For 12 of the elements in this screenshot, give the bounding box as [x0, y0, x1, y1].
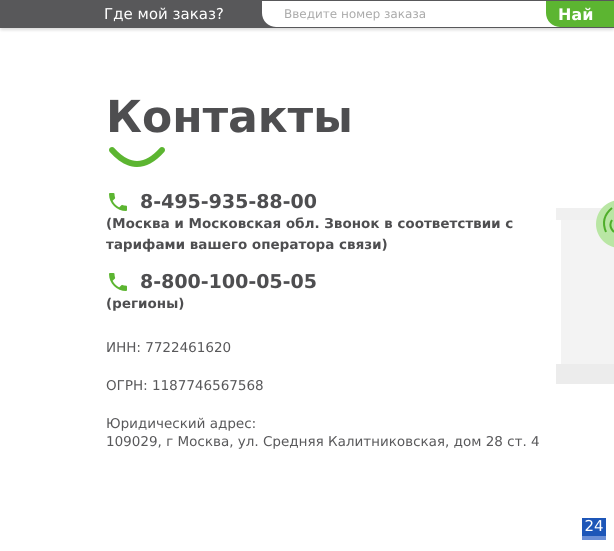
phone-number[interactable]: 8-495-935-88-00 [140, 191, 317, 214]
company-detail: ИНН: 7722461620 [106, 339, 232, 358]
smile-underline-icon [108, 146, 166, 168]
widget-badge[interactable]: 24 [582, 518, 606, 540]
phone-note: (регионы) [106, 295, 186, 314]
phone-number[interactable]: 8-800-100-05-05 [140, 271, 317, 294]
page-title: Контакты [106, 94, 354, 142]
company-detail: Юридический адрес: [106, 415, 258, 434]
phone-note: (Москва и Московская обл. Звонок в соответствии с тарифами вашего оператора связи) [106, 215, 514, 256]
company-detail: 109029, г Москва, ул. Средняя Калитниковская, дом 28 ст. 4 [106, 433, 541, 452]
order-tracking-label: Где мой заказ? [104, 5, 225, 23]
company-detail: ОГРН: 1187746567568 [106, 377, 265, 396]
